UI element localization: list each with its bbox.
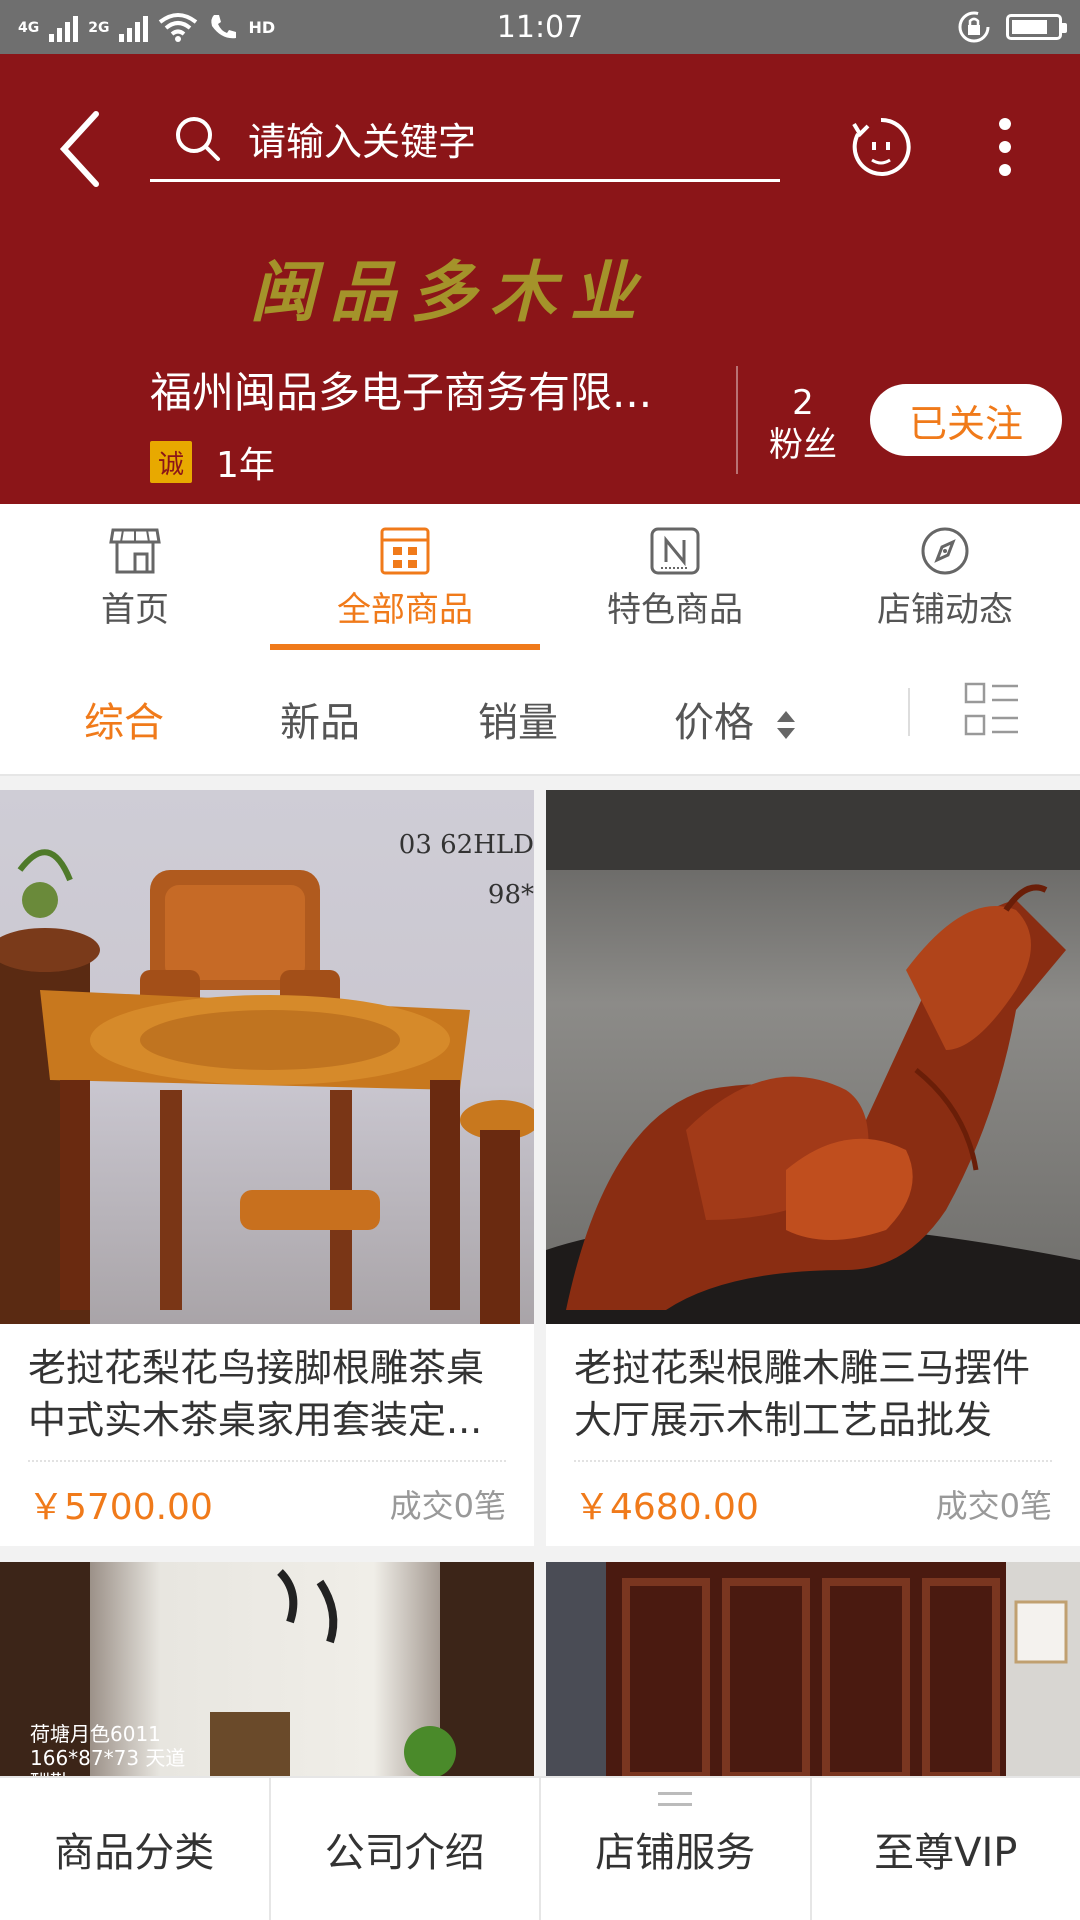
customer-service-icon[interactable]: [846, 112, 916, 182]
search-placeholder: 请输入关键字: [248, 120, 477, 164]
storefront-icon: [109, 528, 161, 574]
nav-shop-service[interactable]: 店铺服务: [541, 1778, 812, 1920]
tab-shop-news-label: 店铺动态: [877, 590, 1013, 630]
status-right: [956, 9, 1067, 45]
tab-home-label: 首页: [101, 590, 169, 630]
tab-home[interactable]: 首页: [0, 504, 270, 650]
tab-shop-news[interactable]: 店铺动态: [810, 504, 1080, 650]
fans-count[interactable]: 2 粉丝: [768, 382, 838, 466]
shop-tabs: 首页 全部商品 特色商品 店铺动态: [0, 504, 1080, 650]
integrity-badge: 诚: [150, 441, 192, 483]
sort-new[interactable]: 新品: [280, 690, 360, 748]
product-deals: 成交0笔: [935, 1487, 1052, 1525]
status-bar: 4G 2G HD 11:07: [0, 0, 1080, 54]
sort-sales[interactable]: 销量: [478, 690, 558, 748]
product-title[interactable]: 老挝花梨花鸟接脚根雕茶桌中式实木茶桌家用套装定...: [0, 1324, 534, 1452]
product-image[interactable]: [546, 790, 1080, 1324]
sort-divider: [908, 688, 910, 736]
product-price: ￥5700.00: [28, 1487, 213, 1528]
shop-header: 请输入关键字 闽品多木业 福州闽品多电子商务有限... 诚 1年 2 粉丝 已关…: [0, 54, 1080, 504]
image-overlay-text: 03 62HLD 98*: [398, 830, 534, 910]
phone-hd-icon: [211, 15, 237, 39]
shop-meta: 诚 1年: [150, 436, 275, 488]
product-title[interactable]: 老挝花梨根雕木雕三马摆件大厅展示木制工艺品批发: [546, 1324, 1080, 1452]
sort-bar: 综合 新品 销量 价格: [0, 650, 1080, 776]
product-image[interactable]: 03 62HLD 98*: [0, 790, 534, 1324]
bottom-nav: 商品分类 公司介绍 店铺服务 至尊VIP: [0, 1776, 1080, 1920]
signal-icon: [49, 12, 79, 42]
signal-icon-2: [119, 12, 149, 42]
back-arrow-icon[interactable]: [52, 104, 112, 194]
search-input[interactable]: 请输入关键字: [150, 98, 780, 182]
n-badge-icon: [650, 527, 700, 575]
nav-company-intro[interactable]: 公司介绍: [271, 1778, 541, 1920]
rotation-lock-icon: [958, 11, 990, 43]
drag-handle-icon: [658, 1792, 693, 1806]
hd-label: HD: [248, 18, 276, 37]
nav-vip[interactable]: 至尊VIP: [812, 1778, 1080, 1920]
brand-logo: 闽品多木业: [250, 253, 650, 331]
sort-price[interactable]: 价格: [674, 690, 797, 748]
grid-icon: [380, 527, 430, 575]
product-card[interactable]: 老挝花梨根雕木雕三马摆件大厅展示木制工艺品批发 ￥4680.00 成交0笔: [546, 790, 1080, 1546]
card-bottom: ￥5700.00 成交0笔: [0, 1462, 534, 1546]
nav-categories[interactable]: 商品分类: [0, 1778, 271, 1920]
list-layout-icon[interactable]: [964, 682, 1020, 738]
battery-icon: [1006, 14, 1067, 40]
more-menu-icon[interactable]: [970, 112, 1040, 182]
tab-all-products-label: 全部商品: [337, 590, 473, 630]
product-price: ￥4680.00: [574, 1487, 759, 1528]
card-bottom: ￥4680.00 成交0笔: [546, 1462, 1080, 1546]
status-left: 4G 2G HD: [18, 12, 275, 42]
nav-shop-service-label: 店铺服务: [595, 1830, 756, 1876]
sort-comprehensive[interactable]: 综合: [84, 690, 164, 748]
cabinet-image: [546, 1562, 1080, 1776]
tab-all-products[interactable]: 全部商品: [270, 504, 540, 650]
product-image[interactable]: 荷塘月色6011 166*87*73 天道酬勤: [0, 1562, 534, 1776]
product-image[interactable]: [546, 1562, 1080, 1776]
network-2g-label: 2G: [88, 20, 110, 36]
network-4g-label: 4G: [18, 20, 40, 36]
follow-button[interactable]: 已关注: [870, 384, 1062, 456]
product-deals: 成交0笔: [389, 1487, 506, 1525]
tab-featured-label: 特色商品: [607, 590, 743, 630]
fans-number: 2: [792, 383, 814, 423]
product-card[interactable]: 荷塘月色6011 166*87*73 天道酬勤: [0, 1562, 534, 1776]
product-card[interactable]: [546, 1562, 1080, 1776]
product-title-text: 老挝花梨根雕木雕三马摆件大厅展示木制工艺品批发: [574, 1346, 1031, 1442]
product-card[interactable]: 03 62HLD 98* 老挝花梨花鸟接脚根雕茶桌中式实木茶桌家用套装定... …: [0, 790, 534, 1546]
image-overlay-text: 荷塘月色6011 166*87*73 天道酬勤: [30, 1722, 186, 1776]
shop-name[interactable]: 福州闽品多电子商务有限...: [150, 359, 690, 420]
shop-years: 1年: [216, 445, 275, 486]
header-divider: [736, 366, 738, 474]
horse-carving-image: [546, 790, 1080, 1324]
wifi-icon: [159, 13, 198, 42]
product-title-text: 老挝花梨花鸟接脚根雕茶桌中式实木茶桌家用套装定...: [28, 1346, 485, 1442]
sort-price-label: 价格: [674, 700, 754, 746]
sort-updown-icon: [776, 711, 795, 739]
fans-label: 粉丝: [769, 425, 837, 465]
compass-icon: [921, 527, 969, 575]
search-icon: [176, 116, 220, 161]
tab-featured[interactable]: 特色商品: [540, 504, 810, 650]
